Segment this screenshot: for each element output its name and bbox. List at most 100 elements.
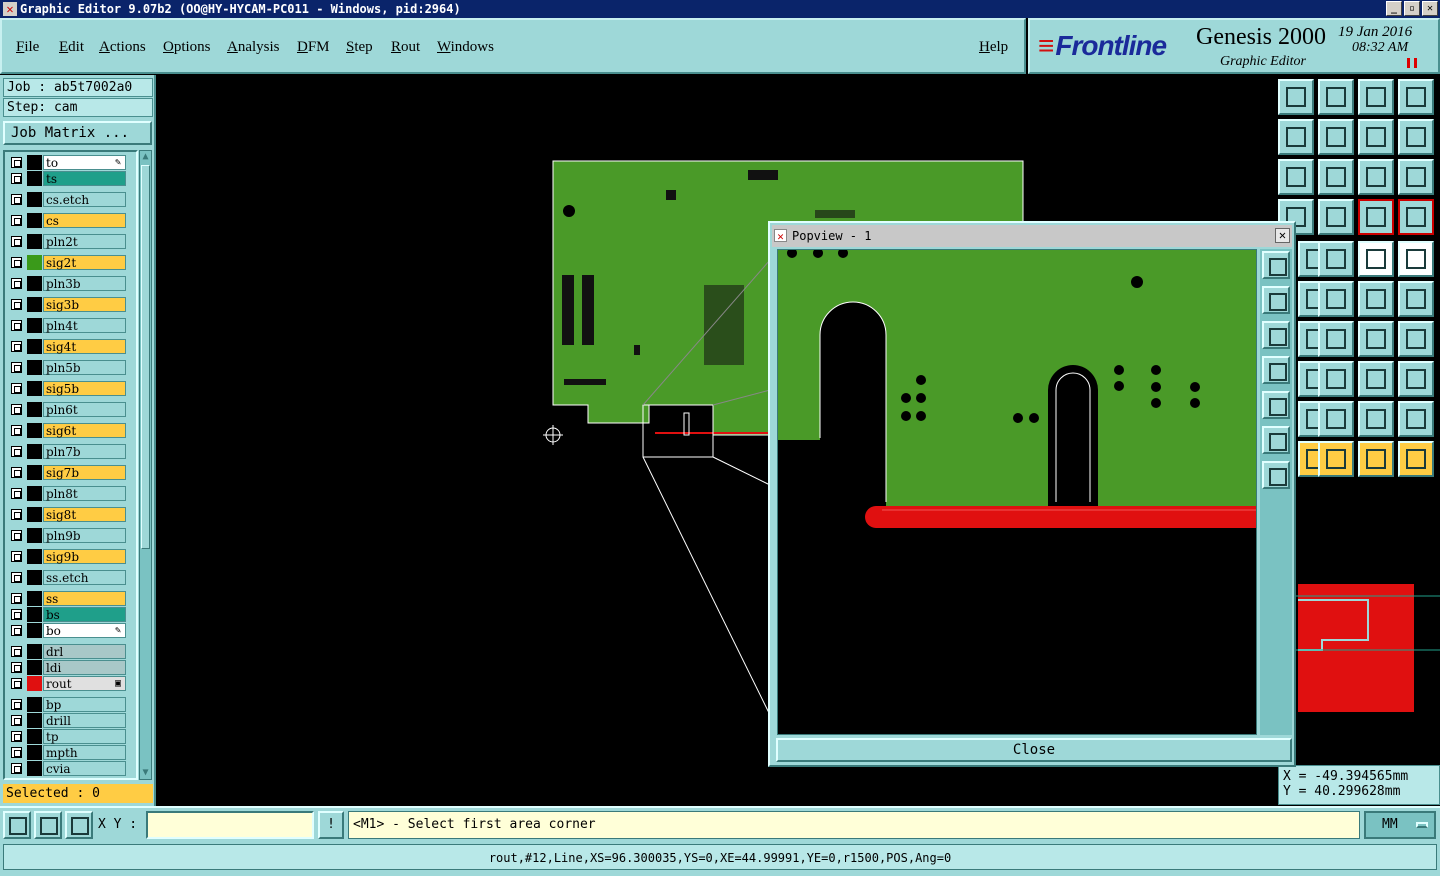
scroll-up-icon[interactable]: ▲ [140,151,151,163]
layer-checkbox[interactable] [11,747,22,758]
layer-color-swatch[interactable] [27,761,42,776]
layer-color-swatch[interactable] [27,381,42,396]
popview-tool-button[interactable] [1262,461,1290,489]
layer-color-swatch[interactable] [27,360,42,375]
zoom-fit-icon[interactable] [1318,79,1354,115]
layer-color-swatch[interactable] [27,713,42,728]
layer-checkbox[interactable] [11,194,22,205]
pointer-alt-icon[interactable] [1358,441,1394,477]
layer-name[interactable]: ss.etch [43,570,126,585]
layer-checkbox[interactable] [11,488,22,499]
layer-color-swatch[interactable] [27,623,42,638]
menu-edit[interactable]: Edit [59,39,84,56]
scroll-down-icon[interactable]: ▼ [140,767,151,779]
layer-row-pln5b[interactable]: pln5b [7,360,127,375]
layer-row-pln3b[interactable]: pln3b [7,276,127,291]
layer-row-sig6t[interactable]: sig6t [7,423,127,438]
layer-name[interactable]: mpth [43,745,126,760]
layer-name[interactable]: pln7b [43,444,126,459]
layer-row-bo[interactable]: bo ✎ [7,623,127,638]
split-icon[interactable] [1398,321,1434,357]
layer-color-swatch[interactable] [27,507,42,522]
layer-color-swatch[interactable] [27,276,42,291]
measure-icon[interactable] [34,811,62,839]
units-select[interactable]: MM [1364,811,1436,839]
layer-color-swatch[interactable] [27,729,42,744]
layer-checkbox[interactable] [11,609,22,620]
layer-row-sig2t[interactable]: sig2t [7,255,127,270]
layer-checkbox[interactable] [11,278,22,289]
layer-checkbox[interactable] [11,404,22,415]
layer-checkbox[interactable] [11,425,22,436]
popview-canvas[interactable] [777,248,1257,735]
redraw-icon[interactable] [1358,119,1394,155]
refresh-icon[interactable] [1398,119,1434,155]
align-icon[interactable] [1358,361,1394,397]
net-alt-icon[interactable] [1398,199,1434,235]
grid-icon[interactable] [65,811,93,839]
layer-color-swatch[interactable] [27,213,42,228]
layer-row-ss-etch[interactable]: ss.etch [7,570,127,585]
cut-icon[interactable] [1318,361,1354,397]
layer-name[interactable]: pln3b [43,276,126,291]
close-window-button[interactable]: ✕ [1422,1,1438,16]
popview-tool-button[interactable] [1262,391,1290,419]
menu-analysis[interactable]: Analysis [227,39,280,56]
maximize-button[interactable]: ▫ [1404,1,1420,16]
layer-color-swatch[interactable] [27,297,42,312]
layer-name[interactable]: ss [43,591,126,606]
triangle-alt-icon[interactable] [1358,401,1394,437]
scroll-thumb[interactable] [141,165,150,549]
layer-color-swatch[interactable] [27,676,42,691]
layer-row-ss[interactable]: ss [7,591,127,606]
layer-name[interactable]: pln4t [43,318,126,333]
arc-icon[interactable] [1318,321,1354,357]
pointer-icon[interactable] [1318,441,1354,477]
pan-right-icon[interactable] [1318,119,1354,155]
layer-checkbox[interactable] [11,551,22,562]
group-icon[interactable] [1398,361,1434,397]
layer-name[interactable]: pln2t [43,234,126,249]
route-icon[interactable] [1398,281,1434,317]
connect-icon[interactable] [1358,281,1394,317]
layer-scrollbar[interactable]: ▲ ▼ [139,150,152,780]
layer-color-swatch[interactable] [27,528,42,543]
route-select-icon[interactable] [1398,441,1434,477]
layer-checkbox[interactable] [11,646,22,657]
layer-row-ts[interactable]: ts [7,171,127,186]
layer-color-swatch[interactable] [27,465,42,480]
window-icon[interactable] [1398,79,1434,115]
menu-help[interactable]: Help [979,39,1008,56]
layer-name[interactable]: sig5b [43,381,126,396]
help-icon[interactable] [1398,159,1434,195]
popview-tool-button[interactable] [1262,356,1290,384]
layer-checkbox[interactable] [11,530,22,541]
layer-color-swatch[interactable] [27,644,42,659]
layer-row-pln8t[interactable]: pln8t [7,486,127,501]
menu-windows[interactable]: Windows [437,39,494,56]
layer-row-drill[interactable]: drill [7,713,127,728]
move-icon[interactable] [1318,281,1354,317]
layer-color-swatch[interactable] [27,444,42,459]
exclaim-button[interactable]: ! [318,811,344,839]
triangle-icon[interactable] [1318,401,1354,437]
layer-name[interactable]: pln5b [43,360,126,375]
layer-color-swatch[interactable] [27,171,42,186]
job-matrix-button[interactable]: Job Matrix ... [3,121,152,145]
layer-name[interactable]: sig9b [43,549,126,564]
layer-name[interactable]: drill [43,713,126,728]
layer-name[interactable]: tp [43,729,126,744]
zoom-out-icon[interactable] [1318,159,1354,195]
layer-name[interactable]: to [43,155,126,170]
layer-color-swatch[interactable] [27,402,42,417]
layer-name[interactable]: sig3b [43,297,126,312]
layer-row-cvia[interactable]: cvia [7,761,127,776]
layer-checkbox[interactable] [11,173,22,184]
layer-color-swatch[interactable] [27,607,42,622]
layer-color-swatch[interactable] [27,255,42,270]
draw-icon[interactable] [1318,241,1354,277]
layer-name[interactable]: rout [43,676,126,691]
layer-checkbox[interactable] [11,362,22,373]
layer-row-pln7b[interactable]: pln7b [7,444,127,459]
layer-color-swatch[interactable] [27,234,42,249]
